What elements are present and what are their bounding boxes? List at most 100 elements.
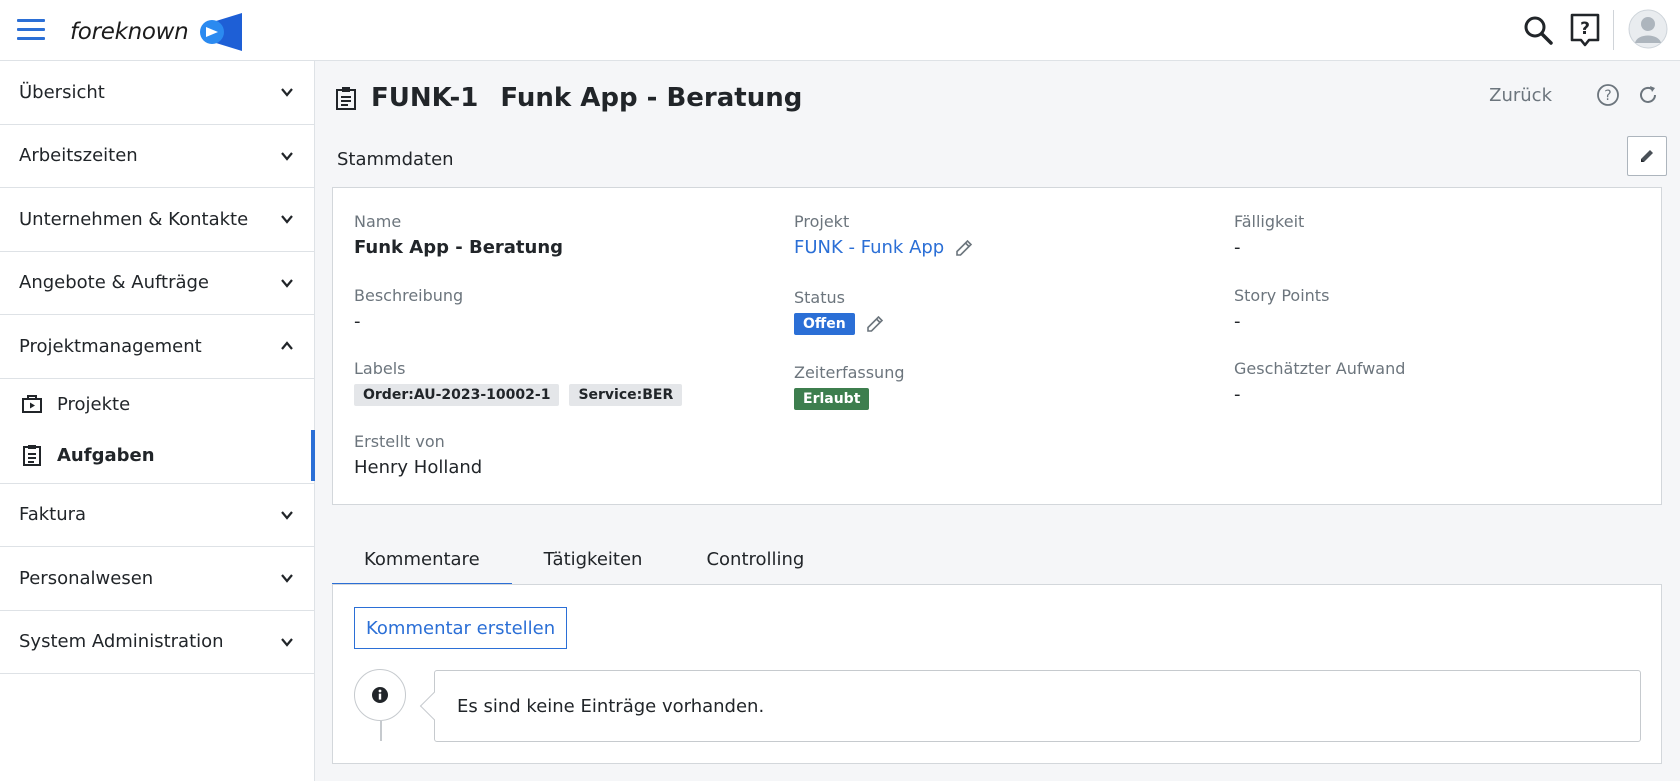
brand-name: foreknown <box>70 19 189 45</box>
pencil-icon[interactable] <box>865 314 885 334</box>
sidebar-subitem-label: Projekte <box>57 393 131 415</box>
create-comment-button[interactable]: Kommentar erstellen <box>354 607 568 649</box>
stammdaten-card: Name Funk App - Beratung Beschreibung - … <box>332 187 1662 505</box>
tab-kommentare[interactable]: Kommentare <box>332 532 512 587</box>
sidebar-item-uebersicht[interactable]: Übersicht <box>0 61 314 125</box>
sidebar-item-system-administration[interactable]: System Administration <box>0 611 314 674</box>
field-name: Name Funk App - Beratung <box>354 212 563 258</box>
field-project: Projekt FUNK - Funk App <box>794 212 974 258</box>
search-icon[interactable] <box>1522 14 1554 46</box>
sidebar: Übersicht Arbeitszeiten Unternehmen & Ko… <box>0 61 315 781</box>
info-icon <box>372 687 388 703</box>
chevron-down-icon <box>281 152 293 161</box>
field-label: Projekt <box>794 212 850 231</box>
chevron-down-icon <box>281 574 293 583</box>
timeline-line <box>380 721 382 741</box>
page-header: FUNK-1 Funk App - Beratung <box>335 80 802 116</box>
project-play-icon <box>22 395 42 413</box>
field-label: Fälligkeit <box>1234 212 1305 231</box>
sidebar-subitem-label: Aufgaben <box>57 444 155 466</box>
sidebar-item-label: Angebote & Aufträge <box>19 272 210 294</box>
sidebar-item-unternehmen[interactable]: Unternehmen & Kontakte <box>0 188 314 252</box>
field-labels: Labels Order:AU-2023-10002-1 Service:BER <box>354 359 692 406</box>
sidebar-item-arbeitszeiten[interactable]: Arbeitszeiten <box>0 125 314 188</box>
brand-mark-icon <box>200 13 243 51</box>
empty-state-message: Es sind keine Einträge vorhanden. <box>419 670 1641 742</box>
clipboard-icon <box>336 87 356 110</box>
field-label: Labels <box>354 359 406 378</box>
field-label: Erstellt von <box>354 432 445 451</box>
sidebar-item-angebote[interactable]: Angebote & Aufträge <box>0 252 314 315</box>
help-circle-icon[interactable]: ? <box>1596 83 1620 107</box>
time-tracking-badge: Erlaubt <box>794 388 870 410</box>
status-badge: Offen <box>794 313 855 335</box>
field-value: - <box>1234 384 1241 405</box>
page-title: Funk App - Beratung <box>500 83 803 113</box>
chevron-down-icon <box>281 88 293 97</box>
sidebar-item-label: Faktura <box>19 504 87 526</box>
back-link[interactable]: Zurück <box>1489 85 1552 106</box>
tab-bar: Kommentare Tätigkeiten Controlling <box>332 532 836 587</box>
field-value: Funk App - Beratung <box>354 237 564 258</box>
info-marker <box>354 669 406 721</box>
field-value: - <box>1234 237 1241 258</box>
avatar-icon[interactable] <box>1628 9 1668 49</box>
field-value: - <box>354 311 361 332</box>
sidebar-item-personalwesen[interactable]: Personalwesen <box>0 547 314 611</box>
sidebar-item-faktura[interactable]: Faktura <box>0 484 314 547</box>
svg-text:?: ? <box>1604 88 1611 104</box>
project-link-text: FUNK - Funk App <box>794 237 945 258</box>
menu-icon[interactable] <box>17 17 45 41</box>
empty-state-text: Es sind keine Einträge vorhanden. <box>457 695 765 717</box>
edit-button[interactable] <box>1627 136 1667 176</box>
header-divider <box>1613 10 1614 50</box>
field-story-points: Story Points - <box>1234 286 1329 332</box>
field-label: Story Points <box>1234 286 1330 305</box>
sidebar-subitem-aufgaben[interactable]: Aufgaben <box>0 429 315 481</box>
time-tracking-row: Erlaubt <box>794 388 905 410</box>
field-estimated-effort: Geschätzter Aufwand - <box>1234 359 1405 405</box>
label-chip-list: Order:AU-2023-10002-1 Service:BER <box>354 384 692 406</box>
field-value: - <box>1234 311 1241 332</box>
sidebar-item-label: Personalwesen <box>19 567 154 589</box>
chevron-up-icon <box>281 341 293 350</box>
tab-taetigkeiten[interactable]: Tätigkeiten <box>512 532 675 587</box>
help-icon[interactable]: ? <box>1569 12 1601 48</box>
page-actions: Zurück ? <box>1489 83 1660 107</box>
label-chip: Order:AU-2023-10002-1 <box>354 384 560 406</box>
chevron-down-icon <box>281 279 293 288</box>
section-title: Stammdaten <box>337 149 454 170</box>
clipboard-icon <box>23 445 41 466</box>
page-code: FUNK-1 <box>371 83 479 113</box>
pencil-icon[interactable] <box>954 238 974 258</box>
field-time-tracking: Zeiterfassung Erlaubt <box>794 363 905 410</box>
svg-text:?: ? <box>1580 19 1590 39</box>
label-chip: Service:BER <box>569 384 683 406</box>
tab-controlling[interactable]: Controlling <box>674 532 836 587</box>
refresh-icon[interactable] <box>1636 83 1660 107</box>
sidebar-subgroup-projektmanagement: Projekte Aufgaben <box>0 379 315 484</box>
field-description: Beschreibung - <box>354 286 463 332</box>
field-label: Geschätzter Aufwand <box>1234 359 1406 378</box>
status-row: Offen <box>794 313 885 335</box>
top-bar: foreknown ? <box>0 0 1680 61</box>
field-due-date: Fälligkeit - <box>1234 212 1304 258</box>
tab-panel-kommentare: Kommentar erstellen Es sind keine Einträ… <box>332 584 1662 764</box>
chevron-down-icon <box>281 638 293 647</box>
brand-logo[interactable]: foreknown <box>70 13 243 51</box>
sidebar-item-label: Projektmanagement <box>19 335 202 357</box>
field-value: Henry Holland <box>354 457 483 478</box>
main-content: FUNK-1 Funk App - Beratung Zurück ? Stam… <box>315 61 1680 781</box>
sidebar-item-label: System Administration <box>19 631 224 653</box>
sidebar-subitem-projekte[interactable]: Projekte <box>0 379 314 430</box>
sidebar-item-label: Arbeitszeiten <box>19 145 138 167</box>
sidebar-item-projektmanagement[interactable]: Projektmanagement <box>0 315 314 379</box>
sidebar-item-label: Unternehmen & Kontakte <box>19 208 249 230</box>
chevron-down-icon <box>281 215 293 224</box>
speech-arrow <box>419 691 449 721</box>
project-link[interactable]: FUNK - Funk App <box>794 237 974 258</box>
field-label: Status <box>794 288 845 307</box>
chevron-down-icon <box>281 511 293 520</box>
sidebar-item-label: Übersicht <box>19 81 105 103</box>
pencil-icon <box>1641 150 1653 162</box>
